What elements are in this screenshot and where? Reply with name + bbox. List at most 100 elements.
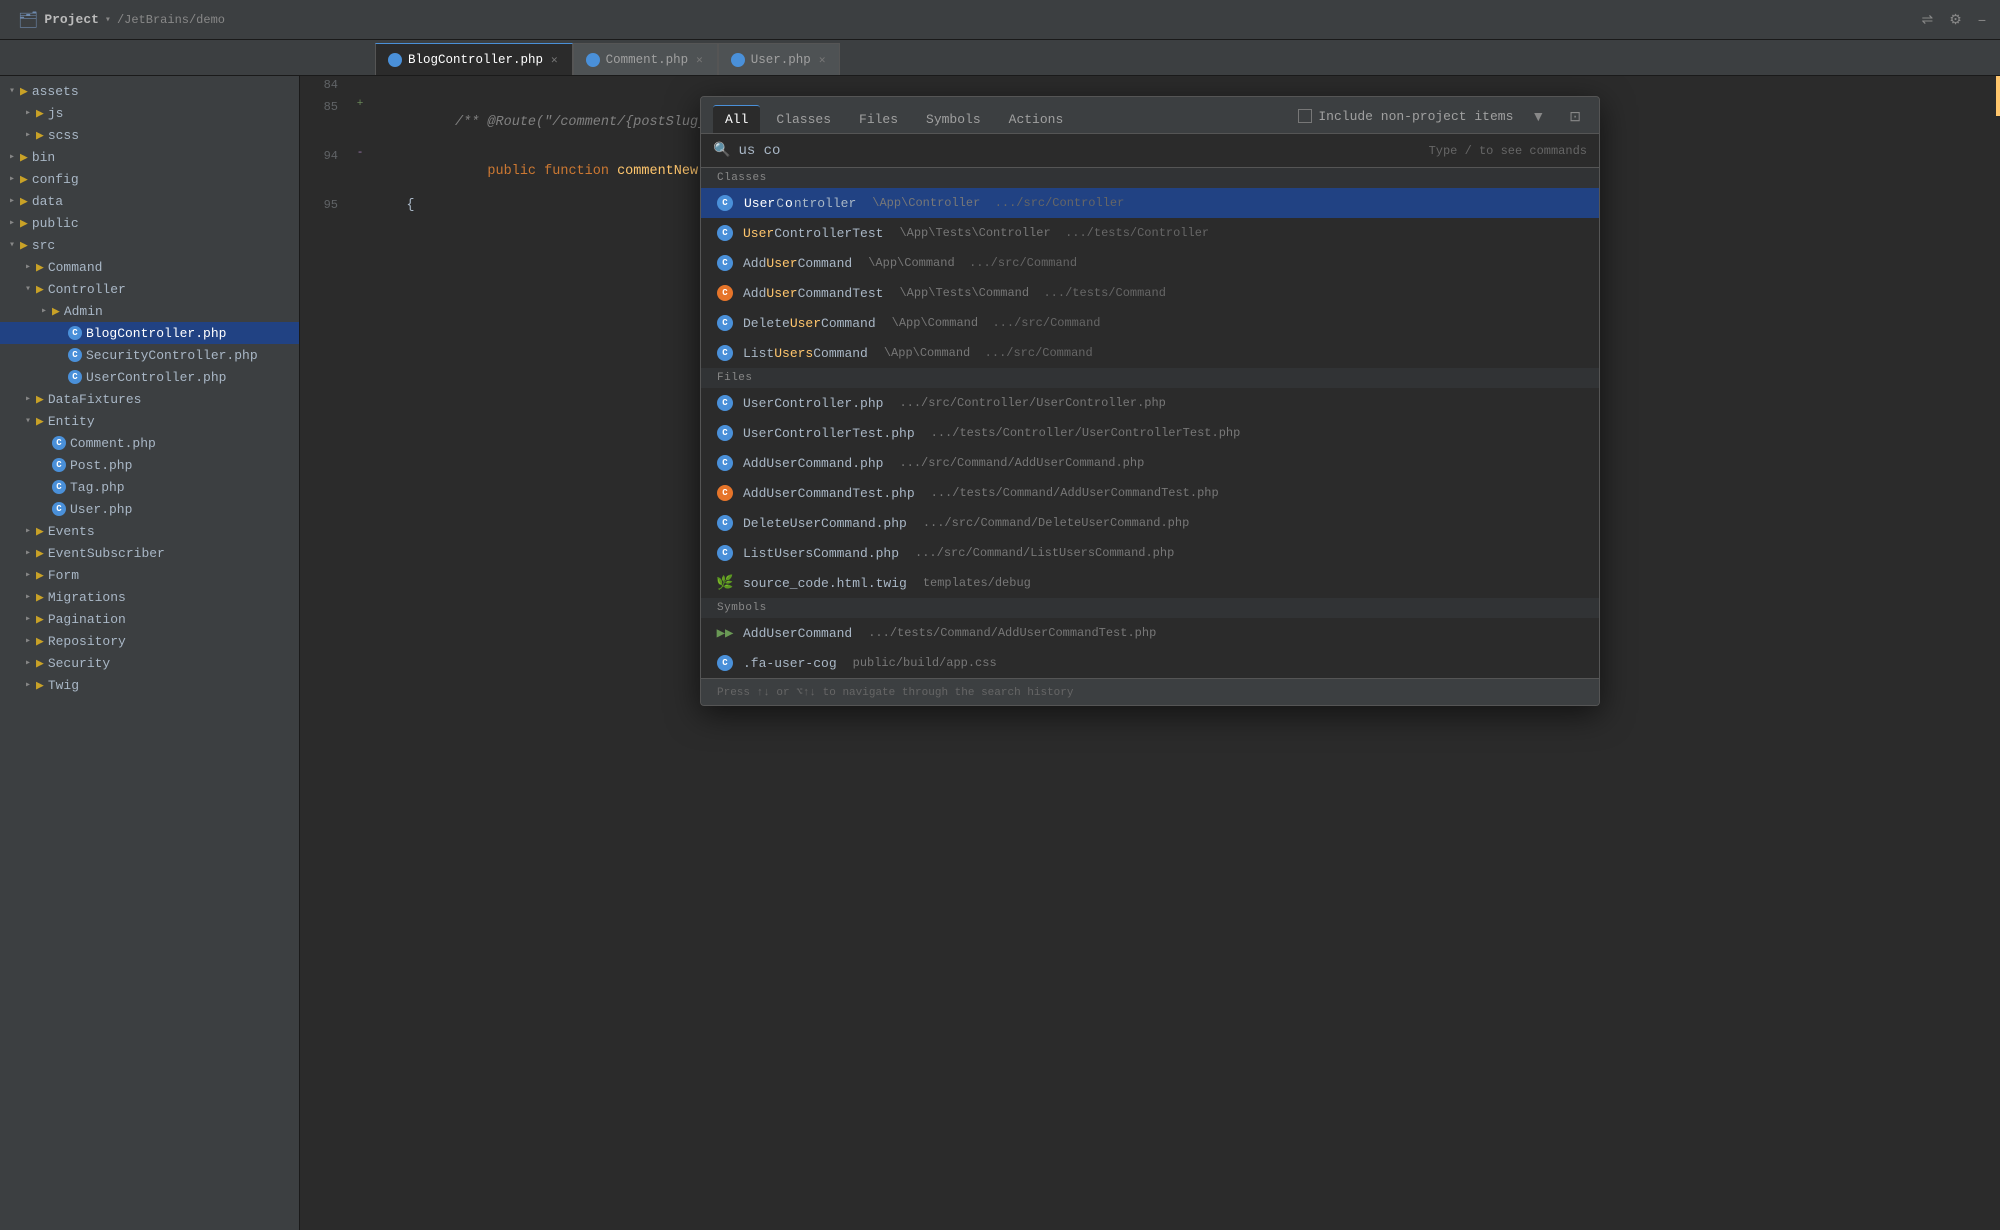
tabs-bar: BlogController.php ✕ Comment.php ✕ User.… [0, 40, 2000, 76]
result-symbol-name-addusercommand: AddUserCommand [743, 626, 852, 641]
sidebar-item-config[interactable]: ▶ config [0, 168, 299, 190]
filter-button[interactable]: ▼ [1525, 106, 1551, 126]
tab-blogcontroller[interactable]: BlogController.php ✕ [375, 43, 573, 75]
result-file-deleteusercommand[interactable]: C DeleteUserCommand.php .../src/Command/… [701, 508, 1599, 538]
tab-close-blogcontroller[interactable]: ✕ [549, 52, 560, 68]
result-file-name-addusercommand: AddUserCommand.php [743, 456, 883, 471]
result-symbol-addusercommand[interactable]: ▶▶ AddUserCommand .../tests/Command/AddU… [701, 618, 1599, 648]
file-icon-blogcontroller: C [68, 326, 82, 340]
label-twig: Twig [48, 678, 79, 693]
folder-icon-assets: ▶ [20, 84, 28, 99]
label-eventsubscriber: EventSubscriber [48, 546, 165, 561]
sidebar-item-entity[interactable]: ▶ Entity [0, 410, 299, 432]
chevron-icon: ▾ [105, 14, 111, 26]
sidebar-item-migrations[interactable]: ▶ Migrations [0, 586, 299, 608]
sidebar-item-data[interactable]: ▶ data [0, 190, 299, 212]
settings-button[interactable]: ⚙ [1943, 7, 1968, 32]
sidebar-item-admin[interactable]: ▶ Admin [0, 300, 299, 322]
tab-close-user[interactable]: ✕ [817, 52, 828, 68]
search-tab-actions[interactable]: Actions [997, 106, 1076, 133]
sidebar-item-post[interactable]: C Post.php [0, 454, 299, 476]
result-item-addusercommandtest[interactable]: C AddUserCommandTest \App\Tests\Command … [701, 278, 1599, 308]
layout-toggle-button[interactable]: ⊡ [1563, 106, 1587, 127]
label-admin: Admin [64, 304, 103, 319]
sidebar-item-events[interactable]: ▶ Events [0, 520, 299, 542]
sidebar-item-repository[interactable]: ▶ Repository [0, 630, 299, 652]
sidebar-item-datafixtures[interactable]: ▶ DataFixtures [0, 388, 299, 410]
sidebar-item-assets[interactable]: ▶ assets [0, 80, 299, 102]
sidebar-item-controller[interactable]: ▶ Controller [0, 278, 299, 300]
folder-icon-security: ▶ [36, 656, 44, 671]
folder-icon-eventsubscriber: ▶ [36, 546, 44, 561]
search-tab-classes[interactable]: Classes [764, 106, 843, 133]
result-path-usercontrollertest: \App\Tests\Controller .../tests/Controll… [899, 226, 1209, 240]
main-layout: ▶ assets ▶ js ▶ scss ▶ bin ▶ config ▶ [0, 76, 2000, 1230]
chevron-eventsubscriber [20, 547, 36, 559]
result-item-listuserscommand[interactable]: C ListUsersCommand \App\Command .../src/… [701, 338, 1599, 368]
result-file-addusercommandtest[interactable]: C AddUserCommandTest.php .../tests/Comma… [701, 478, 1599, 508]
result-symbol-icon-addusercommand: ▶▶ [717, 625, 733, 641]
minimize-button[interactable]: − [1972, 7, 1992, 32]
result-file-name-sourcecode: source_code.html.twig [743, 576, 907, 591]
tab-user[interactable]: User.php ✕ [718, 43, 841, 75]
label-entity: Entity [48, 414, 95, 429]
sidebar-item-usercontroller[interactable]: C UserController.php [0, 366, 299, 388]
result-file-icon-addusercommand: C [717, 455, 733, 471]
chevron-security [20, 657, 36, 669]
result-symbol-path-fausercog: public/build/app.css [853, 656, 997, 670]
sidebar-item-command[interactable]: ▶ Command [0, 256, 299, 278]
layout-button[interactable]: ⇌ [1916, 7, 1940, 32]
result-item-addusercommand[interactable]: C AddUserCommand \App\Command .../src/Co… [701, 248, 1599, 278]
sidebar-item-user-entity[interactable]: C User.php [0, 498, 299, 520]
sidebar-item-public[interactable]: ▶ public [0, 212, 299, 234]
chevron-js [20, 107, 36, 119]
result-item-deleteusercommand[interactable]: C DeleteUserCommand \App\Command .../src… [701, 308, 1599, 338]
result-file-listuserscommand[interactable]: C ListUsersCommand.php .../src/Command/L… [701, 538, 1599, 568]
label-form: Form [48, 568, 79, 583]
result-item-usercontrollertest[interactable]: C UserControllerTest \App\Tests\Controll… [701, 218, 1599, 248]
folder-icon-pagination: ▶ [36, 612, 44, 627]
result-file-sourcecode[interactable]: 🌿 source_code.html.twig templates/debug [701, 568, 1599, 598]
include-nonproject-option[interactable]: Include non-project items [1298, 109, 1513, 124]
sidebar-item-blogcontroller[interactable]: C BlogController.php [0, 322, 299, 344]
sidebar-item-scss[interactable]: ▶ scss [0, 124, 299, 146]
folder-icon-config: ▶ [20, 172, 28, 187]
result-name-listuserscommand: ListUsersCommand [743, 346, 868, 361]
project-title[interactable]: 🗂 Project ▾ /JetBrains/demo [8, 10, 235, 30]
sidebar-item-bin[interactable]: ▶ bin [0, 146, 299, 168]
result-symbol-fausercog[interactable]: C .fa-user-cog public/build/app.css [701, 648, 1599, 678]
sidebar-item-form[interactable]: ▶ Form [0, 564, 299, 586]
folder-icon-repository: ▶ [36, 634, 44, 649]
sidebar-item-pagination[interactable]: ▶ Pagination [0, 608, 299, 630]
label-securitycontroller: SecurityController.php [86, 348, 258, 363]
sidebar-item-comment[interactable]: C Comment.php [0, 432, 299, 454]
label-public: public [32, 216, 79, 231]
result-symbol-path-addusercommand: .../tests/Command/AddUserCommandTest.php [868, 626, 1156, 640]
label-repository: Repository [48, 634, 126, 649]
search-icon: 🔍 [713, 142, 730, 159]
chevron-twig [20, 679, 36, 691]
result-file-addusercommand[interactable]: C AddUserCommand.php .../src/Command/Add… [701, 448, 1599, 478]
sidebar-item-twig[interactable]: ▶ Twig [0, 674, 299, 696]
sidebar-item-securitycontroller[interactable]: C SecurityController.php [0, 344, 299, 366]
chevron-admin [36, 305, 52, 317]
sidebar-item-security[interactable]: ▶ Security [0, 652, 299, 674]
result-file-usercontroller[interactable]: C UserController.php .../src/Controller/… [701, 388, 1599, 418]
result-file-usercontrollertest[interactable]: C UserControllerTest.php .../tests/Contr… [701, 418, 1599, 448]
search-tab-all[interactable]: All [713, 105, 760, 133]
include-nonproject-checkbox[interactable] [1298, 109, 1312, 123]
sidebar-item-tag[interactable]: C Tag.php [0, 476, 299, 498]
result-file-name-listuserscommand: ListUsersCommand.php [743, 546, 899, 561]
search-input[interactable] [738, 143, 1420, 159]
tab-close-comment[interactable]: ✕ [694, 52, 705, 68]
search-tab-files[interactable]: Files [847, 106, 910, 133]
label-src: src [32, 238, 55, 253]
sidebar-item-eventsubscriber[interactable]: ▶ EventSubscriber [0, 542, 299, 564]
search-tab-symbols[interactable]: Symbols [914, 106, 993, 133]
result-icon-usercontroller: C [717, 195, 733, 211]
sidebar-item-js[interactable]: ▶ js [0, 102, 299, 124]
sidebar-item-src[interactable]: ▶ src [0, 234, 299, 256]
tab-comment[interactable]: Comment.php ✕ [573, 43, 718, 75]
section-header-symbols: Symbols [701, 598, 1599, 618]
result-item-usercontroller[interactable]: C UserController \App\Controller .../src… [701, 188, 1599, 218]
